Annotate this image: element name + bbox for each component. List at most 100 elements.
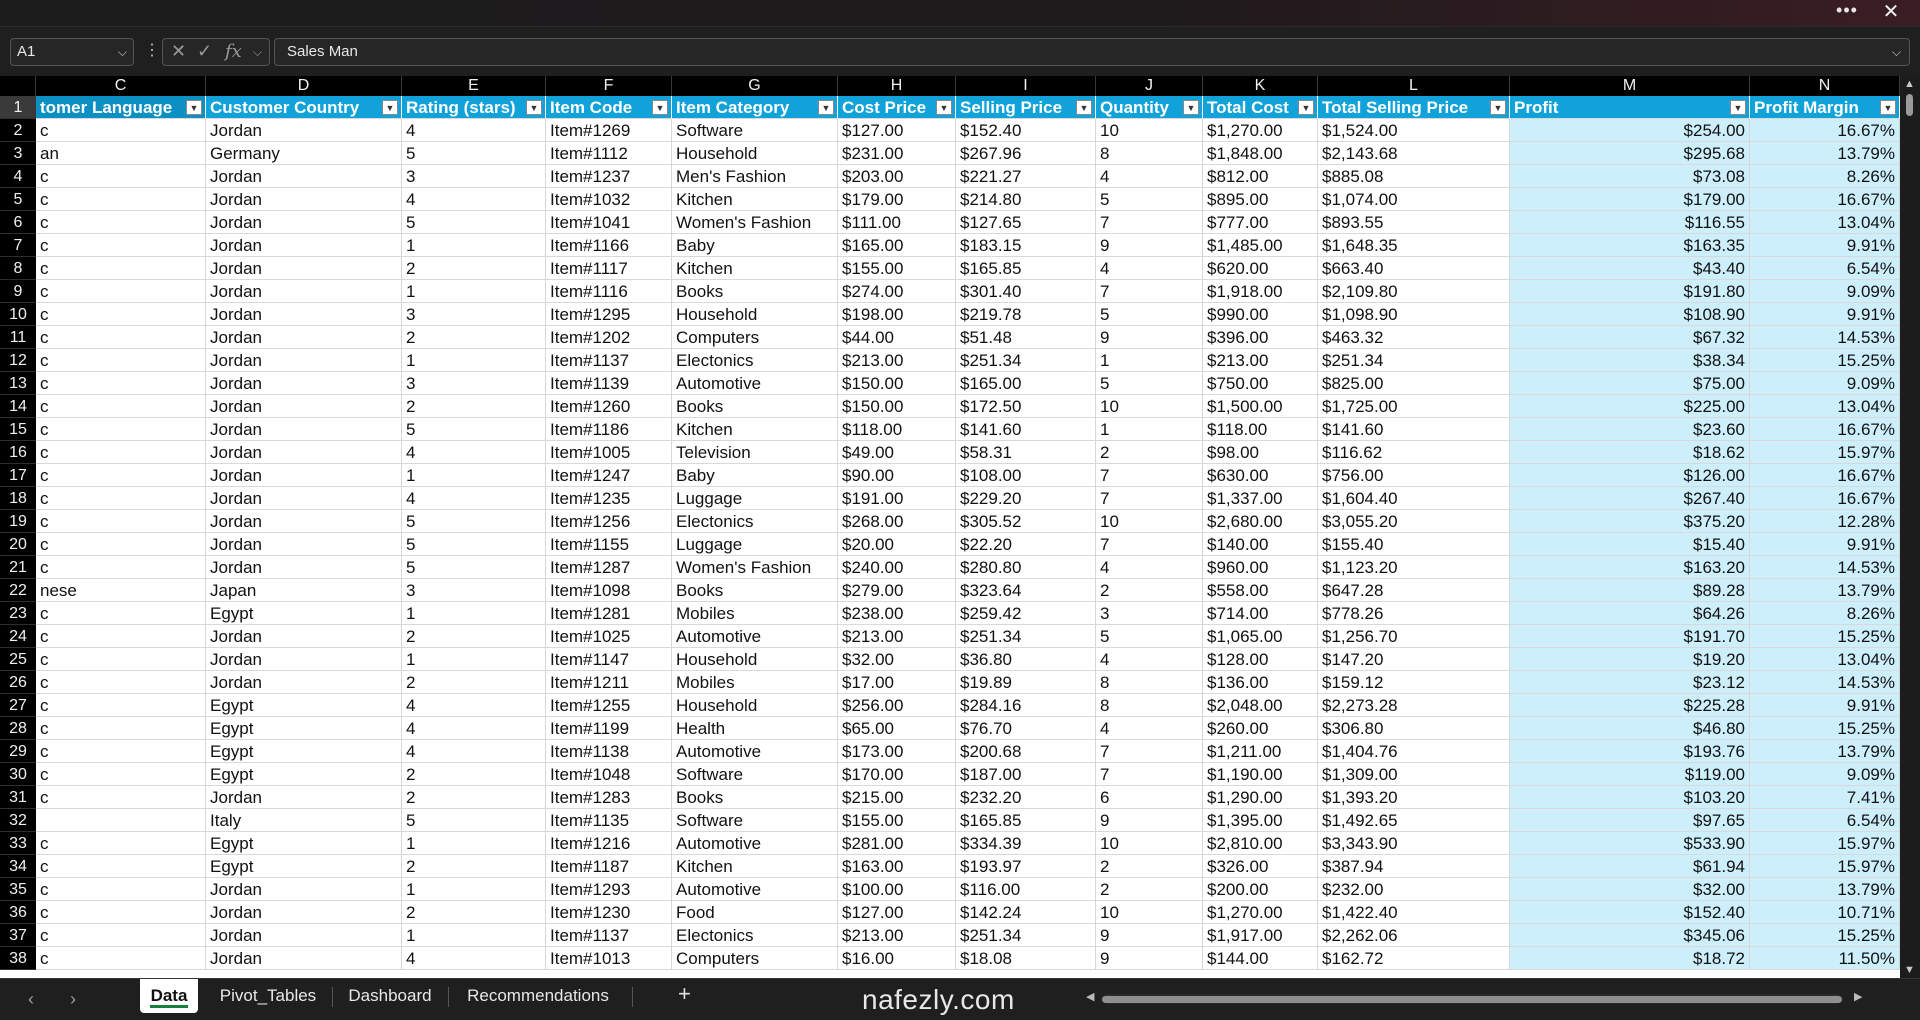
table-cell[interactable]: 9 xyxy=(1096,234,1203,257)
table-cell[interactable]: 7 xyxy=(1096,533,1203,556)
table-cell[interactable]: c xyxy=(36,763,206,786)
table-cell[interactable]: c xyxy=(36,464,206,487)
table-cell[interactable]: $1,404.76 xyxy=(1318,740,1510,763)
table-cell[interactable]: $990.00 xyxy=(1203,303,1318,326)
table-cell[interactable]: 5 xyxy=(402,533,546,556)
table-cell[interactable]: Books xyxy=(672,395,838,418)
table-cell[interactable]: Item#1269 xyxy=(546,119,672,142)
table-cell[interactable]: 1 xyxy=(402,602,546,625)
table-cell[interactable]: Item#1237 xyxy=(546,165,672,188)
table-cell[interactable]: Item#1281 xyxy=(546,602,672,625)
table-cell[interactable]: 9.09% xyxy=(1750,372,1900,395)
table-cell[interactable]: Item#1256 xyxy=(546,510,672,533)
row-number[interactable]: 10 xyxy=(0,303,36,326)
table-cell[interactable]: $20.00 xyxy=(838,533,956,556)
table-cell[interactable]: $183.15 xyxy=(956,234,1096,257)
table-cell[interactable]: $1,098.90 xyxy=(1318,303,1510,326)
table-cell[interactable]: Item#1166 xyxy=(546,234,672,257)
table-cell[interactable]: 1 xyxy=(402,924,546,947)
table-cell[interactable]: $345.06 xyxy=(1510,924,1750,947)
table-cell[interactable]: c xyxy=(36,786,206,809)
filter-dropdown-icon[interactable]: ▼ xyxy=(1730,100,1746,115)
table-cell[interactable]: c xyxy=(36,694,206,717)
table-cell[interactable]: $108.00 xyxy=(956,464,1096,487)
table-cell[interactable]: Jordan xyxy=(206,487,402,510)
row-number[interactable]: 33 xyxy=(0,832,36,855)
table-cell[interactable]: $1,485.00 xyxy=(1203,234,1318,257)
table-cell[interactable]: Jordan xyxy=(206,648,402,671)
table-cell[interactable]: $1,190.00 xyxy=(1203,763,1318,786)
table-cell[interactable]: 2 xyxy=(402,786,546,809)
table-cell[interactable]: Automotive xyxy=(672,625,838,648)
table-cell[interactable]: c xyxy=(36,303,206,326)
table-cell[interactable]: Jordan xyxy=(206,625,402,648)
filter-dropdown-icon[interactable]: ▼ xyxy=(526,100,542,115)
table-cell[interactable]: c xyxy=(36,878,206,901)
table-cell[interactable]: Computers xyxy=(672,326,838,349)
table-cell[interactable]: c xyxy=(36,832,206,855)
table-cell[interactable]: $111.00 xyxy=(838,211,956,234)
header-cell[interactable]: Customer Country ▼ xyxy=(206,96,402,119)
table-cell[interactable]: 5 xyxy=(402,211,546,234)
table-cell[interactable]: $1,395.00 xyxy=(1203,809,1318,832)
table-cell[interactable]: $221.27 xyxy=(956,165,1096,188)
table-cell[interactable]: 2 xyxy=(402,855,546,878)
table-cell[interactable]: 4 xyxy=(402,947,546,970)
column-header-g[interactable]: G xyxy=(672,76,838,96)
table-cell[interactable]: c xyxy=(36,533,206,556)
table-cell[interactable]: $118.00 xyxy=(838,418,956,441)
table-cell[interactable]: 15.25% xyxy=(1750,924,1900,947)
table-cell[interactable]: 5 xyxy=(402,510,546,533)
table-cell[interactable]: 10 xyxy=(1096,395,1203,418)
table-cell[interactable]: 4 xyxy=(402,487,546,510)
header-cell[interactable]: Selling Price ▼ xyxy=(956,96,1096,119)
scroll-right-icon[interactable]: ▶ xyxy=(1854,990,1862,1003)
table-cell[interactable]: $375.20 xyxy=(1510,510,1750,533)
table-cell[interactable]: Item#1013 xyxy=(546,947,672,970)
table-cell[interactable]: Automotive xyxy=(672,878,838,901)
table-cell[interactable]: Books xyxy=(672,579,838,602)
table-cell[interactable]: $1,309.00 xyxy=(1318,763,1510,786)
sheet-tab-pivot-tables[interactable]: Pivot_Tables xyxy=(206,979,330,1013)
table-cell[interactable]: $141.60 xyxy=(956,418,1096,441)
table-cell[interactable]: 5 xyxy=(1096,303,1203,326)
scroll-left-icon[interactable]: ◀ xyxy=(1086,990,1094,1003)
row-number[interactable]: 11 xyxy=(0,326,36,349)
table-cell[interactable]: Kitchen xyxy=(672,855,838,878)
row-number[interactable]: 16 xyxy=(0,441,36,464)
row-number[interactable]: 20 xyxy=(0,533,36,556)
row-number[interactable]: 32 xyxy=(0,809,36,832)
table-cell[interactable]: $193.97 xyxy=(956,855,1096,878)
table-cell[interactable]: 5 xyxy=(402,142,546,165)
scroll-down-icon[interactable]: ▼ xyxy=(1904,964,1915,976)
table-cell[interactable]: Item#1048 xyxy=(546,763,672,786)
filter-dropdown-icon[interactable]: ▼ xyxy=(1183,100,1199,115)
table-cell[interactable]: $279.00 xyxy=(838,579,956,602)
table-cell[interactable]: $2,143.68 xyxy=(1318,142,1510,165)
table-cell[interactable]: $173.00 xyxy=(838,740,956,763)
table-cell[interactable]: Item#1005 xyxy=(546,441,672,464)
table-cell[interactable]: Software xyxy=(672,119,838,142)
table-cell[interactable]: Books xyxy=(672,786,838,809)
table-cell[interactable]: Automotive xyxy=(672,740,838,763)
table-cell[interactable]: $3,343.90 xyxy=(1318,832,1510,855)
sheet-tab-dashboard[interactable]: Dashboard xyxy=(334,979,446,1013)
table-cell[interactable]: Books xyxy=(672,280,838,303)
table-cell[interactable]: $18.72 xyxy=(1510,947,1750,970)
table-cell[interactable]: Household xyxy=(672,694,838,717)
table-cell[interactable]: $256.00 xyxy=(838,694,956,717)
row-number[interactable]: 26 xyxy=(0,671,36,694)
table-cell[interactable]: $22.20 xyxy=(956,533,1096,556)
table-cell[interactable]: 4 xyxy=(1096,165,1203,188)
table-cell[interactable]: Mobiles xyxy=(672,602,838,625)
table-cell[interactable]: 14.53% xyxy=(1750,556,1900,579)
table-cell[interactable]: $127.00 xyxy=(838,901,956,924)
table-cell[interactable]: Egypt xyxy=(206,694,402,717)
table-cell[interactable]: c xyxy=(36,487,206,510)
table-cell[interactable]: 6.54% xyxy=(1750,809,1900,832)
row-number[interactable]: 31 xyxy=(0,786,36,809)
table-cell[interactable]: Automotive xyxy=(672,372,838,395)
table-cell[interactable]: $90.00 xyxy=(838,464,956,487)
table-cell[interactable]: Item#1137 xyxy=(546,924,672,947)
table-cell[interactable]: c xyxy=(36,418,206,441)
